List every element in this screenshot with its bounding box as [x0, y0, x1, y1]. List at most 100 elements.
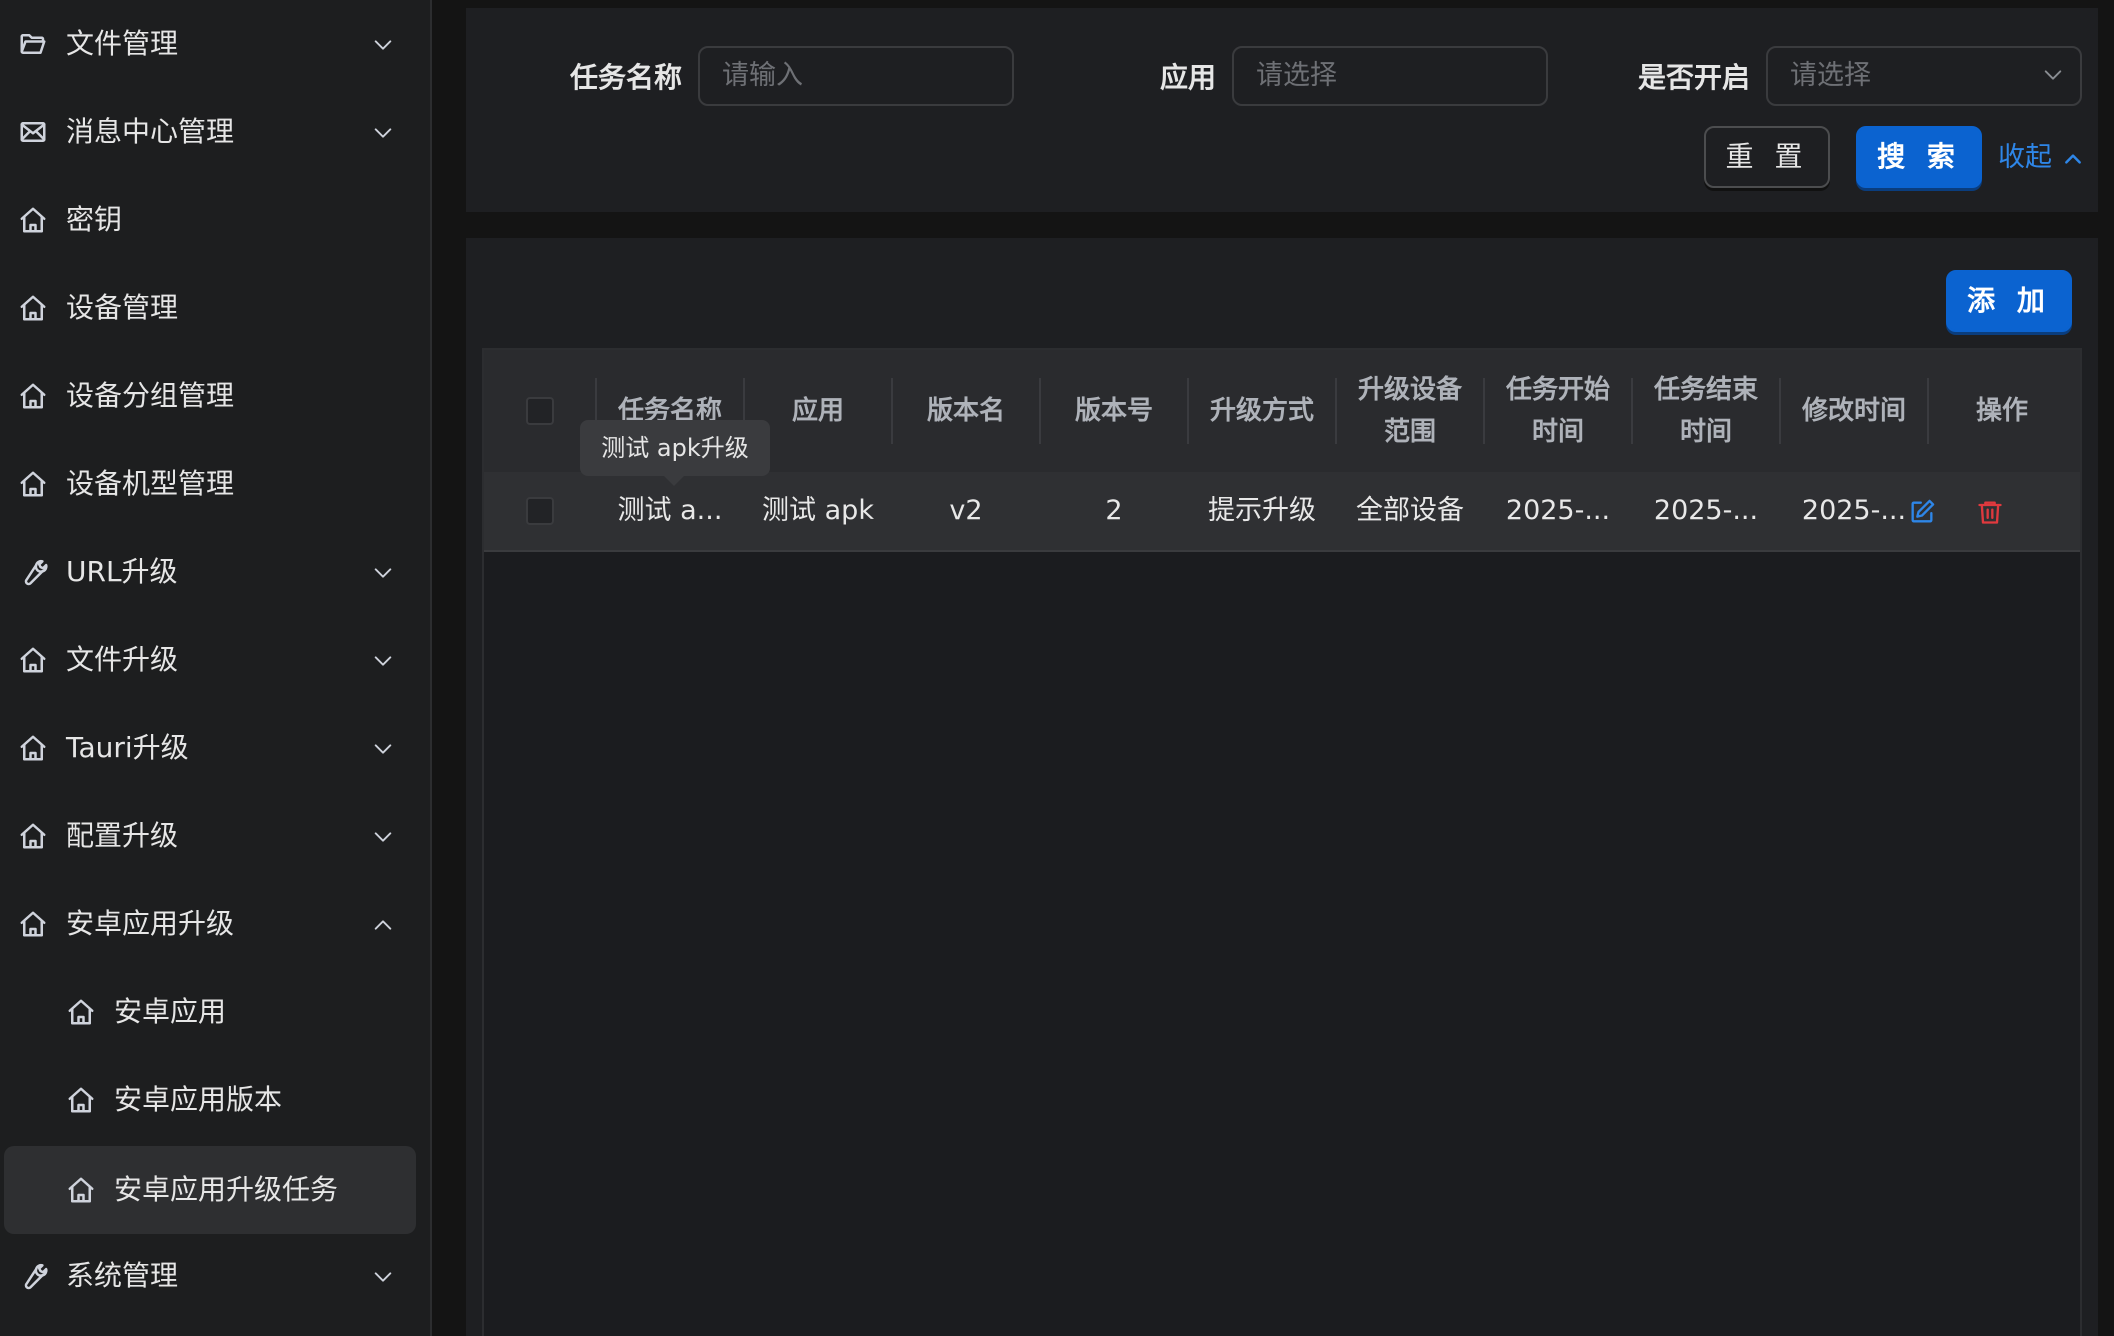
table-cell: 2025-... — [1505, 495, 1611, 526]
wrench-icon — [24, 1263, 48, 1290]
sidebar-item[interactable]: 文件管理 — [0, 0, 430, 88]
chevron-down-icon — [374, 656, 392, 666]
column-divider — [891, 378, 893, 444]
column-divider — [1927, 378, 1929, 444]
home-icon — [68, 1087, 94, 1113]
select-all-checkbox[interactable] — [526, 397, 554, 425]
sidebar: 文件管理消息中心管理 密钥设备管理设备分组管理 设备机型管理 URL升级文件升级 Tau… — [0, 0, 432, 1336]
task-name-label: 任务名称 — [570, 61, 683, 94]
tooltip: 测试 apk升级 — [580, 420, 770, 476]
column-header: 操作 — [1975, 396, 2028, 426]
table-cell: 全部设备 — [1356, 495, 1464, 526]
home-icon — [68, 1177, 94, 1203]
sidebar-item[interactable]: 设备机型管理 — [0, 440, 430, 528]
sidebar-item-label: 设备管理 — [66, 291, 179, 324]
app-select[interactable]: 请选择 — [1232, 46, 1548, 106]
column-header: 任务开始 时间 — [1505, 375, 1610, 447]
table-cell: 2025-... — [1801, 495, 1907, 526]
row-checkbox[interactable] — [526, 497, 554, 525]
chevron-down-icon — [374, 40, 392, 50]
column-header: 版本号 — [1074, 396, 1153, 426]
data-table: 任务名称 应用 版本名 版本号 升级方式 升级设备 范围 任务开始 时间 任务结束 时间 修改时… — [482, 348, 2082, 1336]
column-header: 版本名 — [926, 396, 1005, 426]
home-icon — [20, 295, 46, 321]
home-icon — [20, 735, 46, 761]
sidebar-item[interactable]: 文件升级 — [0, 616, 430, 704]
home-icon — [20, 911, 46, 937]
search-panel: 任务名称 请输入 应用 请选择 是否开启 请选择 重 置 搜 索 收起 — [466, 8, 2098, 212]
sidebar-item-label: 安卓应用 — [114, 995, 227, 1028]
search-button[interactable]: 搜 索 — [1856, 126, 1982, 188]
sidebar-item-label: 安卓应用升级任务 — [114, 1173, 339, 1206]
sidebar-item-label: 文件管理 — [66, 27, 179, 60]
sidebar-item-label: 设备机型管理 — [66, 467, 235, 500]
table-panel: 添 加 任务名称 应用 版本名 版本号 升级方式 升级设备 范围 任务开始 时间 任务结束 时… — [466, 238, 2098, 1336]
table-cell: v2 — [949, 495, 983, 526]
chevron-up-icon — [374, 920, 392, 930]
sidebar-item[interactable]: 系统管理 — [0, 1232, 430, 1320]
table-cell: 2 — [1105, 495, 1123, 526]
table-cell: 测试 apk — [762, 495, 874, 526]
column-divider — [1483, 378, 1485, 444]
collapse-label: 收起 — [1998, 142, 2052, 173]
collapse-link[interactable]: 收起 — [1998, 138, 2083, 178]
home-icon — [20, 471, 46, 497]
folder-icon — [20, 34, 46, 54]
home-icon — [20, 647, 46, 673]
sidebar-item-label: 系统管理 — [66, 1259, 179, 1292]
tooltip-arrow — [664, 476, 684, 486]
column-header: 升级设备 范围 — [1357, 375, 1462, 447]
column-divider — [1631, 378, 1633, 444]
sidebar-item[interactable]: 配置升级 — [0, 792, 430, 880]
sidebar-item-label: Tauri升级 — [66, 731, 189, 764]
sidebar-item[interactable]: 安卓应用升级任务 — [4, 1146, 416, 1234]
add-button[interactable]: 添 加 — [1946, 270, 2072, 332]
enabled-select-value: 请选择 — [1766, 46, 2082, 106]
wrench-icon — [24, 559, 48, 586]
sidebar-item[interactable]: 安卓应用 — [0, 968, 430, 1056]
enabled-select[interactable]: 请选择 — [1766, 46, 2082, 106]
sidebar-item-label: 设备分组管理 — [66, 379, 235, 412]
mail-icon — [20, 122, 46, 142]
reset-button[interactable]: 重 置 — [1704, 126, 1830, 188]
sidebar-item[interactable]: 安卓应用升级 — [0, 880, 430, 968]
app-label: 应用 — [1160, 61, 1217, 94]
home-icon — [20, 207, 46, 233]
enabled-label: 是否开启 — [1638, 61, 1751, 94]
table-row: 测试 a... 测试 apk v2 2 提示升级 全部设备 2025-... 2025-...… — [484, 472, 2080, 552]
sidebar-menu: 文件管理消息中心管理 密钥设备管理设备分组管理 设备机型管理 URL升级文件升级 Tau… — [0, 0, 430, 1336]
sidebar-item[interactable]: Tauri升级 — [0, 704, 430, 792]
chevron-down-icon — [374, 128, 392, 138]
sidebar-item-label: 文件升级 — [66, 643, 179, 676]
delete-icon[interactable] — [1976, 498, 2004, 526]
column-header: 升级方式 — [1209, 396, 1314, 426]
chevron-down-icon — [374, 568, 392, 578]
table-cell: 提示升级 — [1208, 495, 1316, 526]
home-icon — [68, 999, 94, 1025]
chevron-up-icon — [2064, 153, 2081, 164]
column-divider — [1187, 378, 1189, 444]
column-divider — [1779, 378, 1781, 444]
sidebar-item-label: 消息中心管理 — [66, 115, 235, 148]
sidebar-item-label: 安卓应用升级 — [66, 907, 235, 940]
sidebar-item[interactable]: 密钥 — [0, 176, 430, 264]
column-header: 任务结束 时间 — [1653, 375, 1758, 447]
column-divider — [1335, 378, 1337, 444]
sidebar-item[interactable]: 设备管理 — [0, 264, 430, 352]
sidebar-item[interactable]: 安卓应用版本 — [0, 1056, 430, 1144]
sidebar-item[interactable]: 消息中心管理 — [0, 88, 430, 176]
home-icon — [20, 823, 46, 849]
chevron-down-icon — [2044, 70, 2062, 80]
sidebar-item[interactable]: 设备分组管理 — [0, 352, 430, 440]
chevron-down-icon — [374, 744, 392, 754]
sidebar-item-label: 配置升级 — [66, 819, 179, 852]
sidebar-item-label: 密钥 — [66, 203, 123, 236]
chevron-down-icon — [374, 1272, 392, 1282]
chevron-down-icon — [374, 832, 392, 842]
column-divider — [1039, 378, 1041, 444]
home-icon — [20, 383, 46, 409]
task-name-input[interactable]: 请输入 — [698, 46, 1014, 106]
sidebar-item-label: URL升级 — [66, 555, 178, 588]
sidebar-item[interactable]: URL升级 — [0, 528, 430, 616]
table-cell: 2025-... — [1653, 495, 1759, 526]
